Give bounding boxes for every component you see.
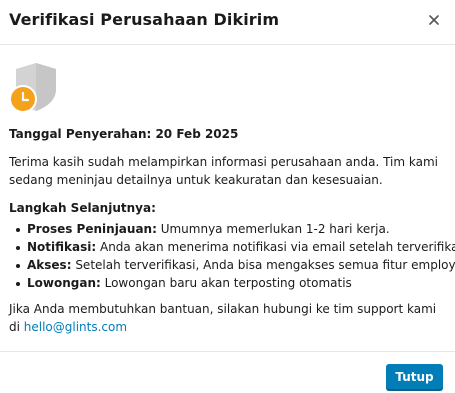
- close-icon[interactable]: [425, 11, 443, 29]
- step-text: Umumnya memerlukan 1-2 hari kerja.: [156, 222, 390, 236]
- step-text: Anda akan menerima notifikasi via email …: [96, 240, 455, 254]
- list-item: Notifikasi: Anda akan menerima notifikas…: [14, 238, 455, 256]
- intro-text: Terima kasih sudah melampirkan informasi…: [9, 155, 439, 187]
- status-illustration: [9, 60, 59, 116]
- step-text: Setelah terverifikasi, Anda bisa mengaks…: [71, 258, 455, 272]
- footer-divider: [0, 351, 455, 352]
- list-item: Proses Peninjauan: Umumnya memerlukan 1-…: [14, 220, 454, 238]
- step-label: Proses Peninjauan:: [27, 222, 157, 236]
- bullet-dot: [16, 264, 20, 268]
- next-steps-list: Proses Peninjauan: Umumnya memerlukan 1-…: [14, 220, 455, 292]
- dialog-body: Tanggal Penyerahan: 20 Feb 2025 Terima k…: [9, 60, 455, 334]
- next-steps-title: Langkah Selanjutnya:: [9, 201, 156, 215]
- step-label: Lowongan:: [27, 276, 101, 290]
- support-email-link[interactable]: hello@glints.com: [24, 320, 127, 334]
- bullet-dot: [16, 282, 20, 286]
- list-item: Akses: Setelah terverifikasi, Anda bisa …: [14, 256, 455, 274]
- verification-dialog: Verifikasi Perusahaan Dikirim Tanggal Pe…: [0, 0, 455, 393]
- bullet-dot: [16, 228, 20, 232]
- step-label: Notifikasi:: [27, 240, 97, 254]
- dialog-header: Verifikasi Perusahaan Dikirim: [0, 0, 455, 45]
- dialog-title: Verifikasi Perusahaan Dikirim: [9, 10, 280, 29]
- bullet-dot: [16, 246, 20, 250]
- clock-icon: [9, 85, 37, 113]
- step-text: Lowongan baru akan terposting otomatis: [100, 276, 352, 290]
- list-item: Lowongan: Lowongan baru akan terposting …: [14, 274, 454, 292]
- help-text: Jika Anda membutuhkan bantuan, silakan h…: [9, 300, 449, 336]
- submission-date: Tanggal Penyerahan: 20 Feb 2025: [9, 127, 239, 141]
- step-label: Akses:: [27, 258, 72, 272]
- close-button[interactable]: Tutup: [386, 364, 443, 389]
